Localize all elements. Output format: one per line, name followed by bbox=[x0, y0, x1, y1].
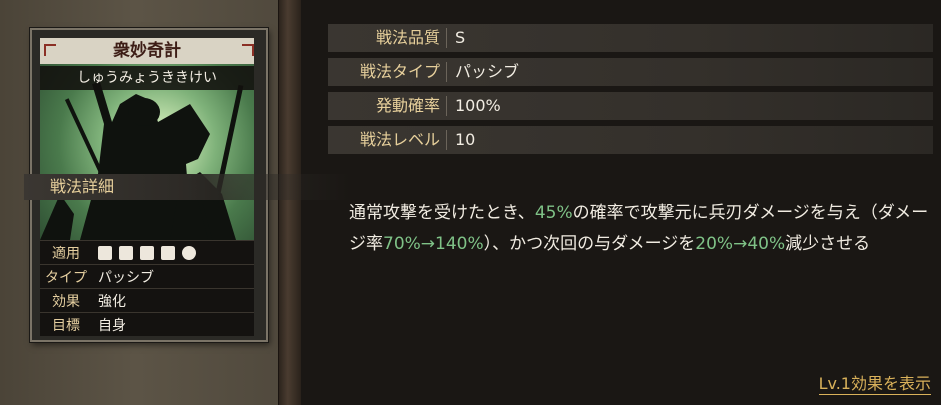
info-label: タイプ bbox=[45, 269, 87, 286]
info-row-effect: 効果 強化 bbox=[40, 288, 254, 312]
divider bbox=[446, 28, 447, 48]
info-row-target: 目標 自身 bbox=[40, 312, 254, 336]
card-info-table: 適用 タイプ パッシブ 効果 強化 目標 自身 bbox=[40, 240, 254, 336]
description-text: ）、かつ次回の与ダメージを bbox=[483, 234, 696, 254]
info-label: 適用 bbox=[52, 245, 80, 262]
divider bbox=[446, 96, 447, 116]
stat-row-level: 戦法レベル 10 bbox=[328, 126, 933, 154]
shield-icon bbox=[119, 245, 133, 260]
wheel-icon bbox=[182, 245, 196, 260]
stat-key: 戦法レベル bbox=[359, 130, 440, 149]
detail-heading: 戦法詳細 bbox=[24, 174, 350, 200]
description-text: 減少させる bbox=[785, 234, 871, 254]
bow-icon bbox=[140, 245, 154, 260]
description-text: 通常攻撃を受けたとき、 bbox=[349, 203, 535, 223]
stat-key: 発動確率 bbox=[375, 96, 440, 115]
info-label: 目標 bbox=[52, 317, 80, 334]
info-row-applicable: 適用 bbox=[40, 240, 254, 264]
info-value: 強化 bbox=[98, 293, 126, 310]
highlight-value: 45% bbox=[534, 203, 573, 223]
stat-key: 戦法品質 bbox=[375, 28, 440, 47]
highlight-value: 20%→40% bbox=[695, 234, 786, 254]
info-value: パッシブ bbox=[98, 269, 154, 286]
scroll-rod bbox=[278, 0, 301, 405]
info-value: 自身 bbox=[98, 317, 126, 334]
divider bbox=[446, 130, 447, 150]
stat-value: 100% bbox=[455, 96, 501, 115]
skill-reading: しゅうみょうききけい bbox=[40, 66, 254, 90]
card-title: 衆妙奇計 bbox=[40, 38, 254, 64]
horse-icon bbox=[98, 245, 112, 260]
spear-icon bbox=[161, 245, 175, 260]
highlight-value: 70%→140% bbox=[383, 234, 484, 254]
stat-value: 10 bbox=[455, 130, 476, 149]
stat-value: パッシブ bbox=[455, 62, 520, 81]
stat-row-activation-rate: 発動確率 100% bbox=[328, 92, 933, 120]
warrior-silhouette bbox=[40, 82, 244, 240]
stat-value: S bbox=[455, 28, 466, 47]
stat-row-type: 戦法タイプ パッシブ bbox=[328, 58, 933, 86]
stat-row-quality: 戦法品質 S bbox=[328, 24, 933, 52]
stat-key: 戦法タイプ bbox=[359, 62, 440, 81]
info-label: 効果 bbox=[52, 293, 80, 310]
skill-description: 通常攻撃を受けたとき、45%の確率で攻撃元に兵刃ダメージを与え（ダメージ率70%… bbox=[349, 198, 934, 260]
corner-ornament-left bbox=[44, 44, 56, 56]
unit-type-icons bbox=[92, 245, 254, 260]
show-lv1-effect-link[interactable]: Lv.1効果を表示 bbox=[818, 370, 931, 395]
info-row-type: タイプ パッシブ bbox=[40, 264, 254, 288]
card-artwork: しゅうみょうききけい bbox=[40, 64, 254, 240]
corner-ornament-right bbox=[242, 44, 254, 56]
divider bbox=[446, 62, 447, 82]
